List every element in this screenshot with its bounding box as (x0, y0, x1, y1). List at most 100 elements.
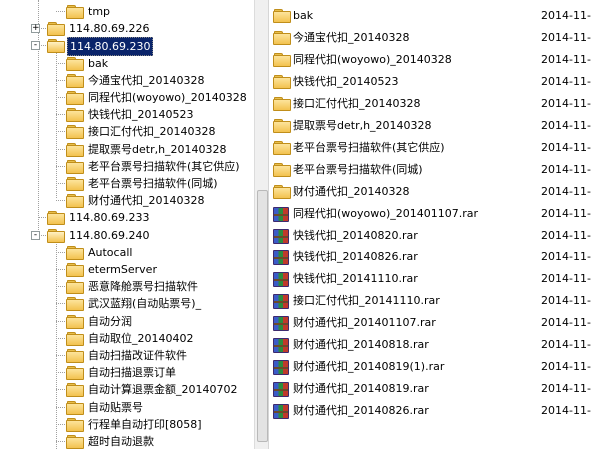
file-list-row[interactable]: 同程代扣(woyowo)_20140328 2014-11- (269, 49, 591, 71)
tree-scrollbar[interactable] (254, 0, 269, 449)
file-modified-date: 2014-11- (541, 250, 591, 264)
tree-connector-line (56, 240, 57, 449)
tree-connector-line (56, 355, 65, 356)
file-modified-date: 2014-11- (541, 316, 591, 330)
tree-item-label: tmp (88, 5, 111, 18)
folder-icon (66, 56, 84, 71)
file-list-row[interactable]: 财付通代扣_20140826.rar 2014-11- (269, 400, 591, 422)
tree-item-label: 自动分润 (88, 314, 132, 328)
file-list-row[interactable]: 财付通代扣_201401107.rar 2014-11- (269, 312, 591, 334)
tree-connector-line (56, 79, 65, 81)
file-modified-date: 2014-11- (541, 184, 591, 198)
file-modified-date: 2014-11- (541, 74, 591, 88)
tree-connector-line (56, 406, 65, 408)
file-list-row[interactable]: 接口汇付代扣_20140328 2014-11- (269, 93, 591, 115)
file-name: 老平台票号扫描软件(其它供应) (293, 140, 445, 154)
folder-icon (66, 331, 84, 346)
folder-icon (66, 194, 84, 209)
file-name: 快钱代扣_20140820.rar (293, 228, 418, 242)
tree-item-label: 114.80.69.230 (67, 37, 154, 57)
tree-item-label: 自动扫描改证件软件 (88, 349, 187, 362)
tree-item-label: 自动取位_20140402 (88, 331, 194, 345)
tree-connector-line (56, 441, 65, 442)
file-list-row[interactable]: 财付通代扣_20140818.rar 2014-11- (269, 334, 591, 356)
folder-icon (66, 366, 84, 381)
file-modified-date: 2014-11- (541, 96, 591, 110)
file-list-row[interactable]: 财付通代扣_20140819(1).rar 2014-11- (269, 356, 591, 378)
folder-icon (273, 140, 291, 155)
tree-item-label: 自动贴票号 (88, 400, 143, 414)
tree-item-label: 行程单自动打印[8058] (88, 417, 202, 431)
file-modified-date: 2014-11- (541, 338, 591, 352)
tree-connector-line (56, 269, 65, 270)
file-list-row[interactable]: 财付通代扣_20140328 2014-11- (269, 181, 591, 203)
tree-connector-line (56, 200, 65, 202)
file-modified-date: 2014-11- (541, 228, 591, 242)
file-name: 老平台票号扫描软件(同城) (293, 162, 423, 176)
expand-icon[interactable]: + (31, 24, 40, 34)
file-name: 接口汇付代扣_20140328 (293, 96, 421, 110)
tree-connector-line (56, 303, 65, 305)
file-list-row[interactable]: 快钱代扣_20140523 2014-11- (269, 71, 591, 93)
tree-connector-line (56, 114, 65, 116)
file-name: 财付通代扣_201401107.rar (293, 316, 436, 330)
folder-icon (66, 435, 84, 449)
tree-connector-line (56, 183, 65, 184)
folder-icon (66, 91, 84, 105)
tree-item-label: 114.80.69.233 (69, 211, 150, 225)
tree-connector-line (56, 62, 65, 64)
tree-item-label: 老平台票号扫描软件(同城) (88, 177, 218, 190)
file-modified-date: 2014-11- (541, 382, 591, 396)
collapse-icon[interactable]: - (31, 41, 40, 51)
collapse-icon[interactable]: - (31, 230, 40, 240)
tree-item-label: 财付通代扣_20140328 (88, 194, 205, 208)
file-name: 财付通代扣_20140818.rar (293, 338, 429, 352)
file-modified-date: 2014-11- (541, 30, 591, 44)
tree-item-label: 超时自动退款 (88, 435, 154, 448)
file-list-row[interactable]: 接口汇付代扣_20141110.rar 2014-11- (269, 290, 591, 312)
tree-connector-line (56, 423, 65, 425)
file-modified-date: 2014-11- (541, 404, 591, 418)
tree-connector-line (56, 286, 65, 288)
file-list-row[interactable]: 快钱代扣_20140826.rar 2014-11- (269, 246, 591, 268)
file-list-row[interactable]: bak 2014-11- (269, 5, 591, 27)
tree-connector-line (56, 131, 65, 133)
folder-icon (47, 22, 65, 37)
folder-icon (66, 400, 84, 415)
tree-connector-line (56, 372, 65, 374)
folder-icon (66, 349, 84, 363)
file-name: 快钱代扣_20140523 (293, 74, 399, 88)
file-list-row[interactable]: 老平台票号扫描软件(同城) 2014-11- (269, 159, 591, 181)
file-name: 财付通代扣_20140328 (293, 184, 410, 198)
folder-icon (66, 297, 84, 312)
file-name: 同程代扣(woyowo)_20140328 (293, 52, 452, 66)
folder-tree: tmp 114.80.69.226 +114.80.69.230 - bak 今通宝代扣_… (0, 0, 254, 449)
folder-icon (273, 118, 291, 133)
tree-item-label: 自动计算退票金额_20140702 (88, 383, 238, 397)
tree-connector-line (56, 52, 57, 198)
tree-item-label: bak (88, 56, 109, 70)
tree-scroll-thumb[interactable] (257, 190, 268, 442)
file-list-row[interactable]: 提取票号detr,h_20140328 2014-11- (269, 115, 591, 137)
file-list-row[interactable]: 今通宝代扣_20140328 2014-11- (269, 27, 591, 49)
file-name: 提取票号detr,h_20140328 (293, 118, 432, 132)
file-list-row[interactable]: 老平台票号扫描软件(其它供应) 2014-11- (269, 137, 591, 159)
tree-item-label: 自动扫描退票订单 (88, 366, 176, 380)
tree-item-label: 提取票号detr,h_20140328 (88, 142, 227, 156)
tree-item-label: 老平台票号扫描软件(其它供应) (88, 159, 240, 173)
file-list-row[interactable]: 财付通代扣_20140819.rar 2014-11- (269, 378, 591, 400)
tree-connector-line (56, 337, 65, 339)
file-name: 快钱代扣_20141110.rar (293, 272, 418, 286)
file-list-row[interactable]: 同程代扣(woyowo)_201401107.rar 2014-11- (269, 203, 591, 225)
file-list-row[interactable]: 快钱代扣_20141110.rar 2014-11- (269, 268, 591, 290)
folder-icon (47, 39, 65, 54)
file-name: 同程代扣(woyowo)_201401107.rar (293, 206, 479, 220)
file-modified-date: 2014-11- (541, 162, 591, 176)
file-list-row[interactable]: 快钱代扣_20140820.rar 2014-11- (269, 225, 591, 247)
folder-icon (273, 74, 291, 89)
tree-item-label: 接口汇付代扣_20140328 (88, 125, 216, 139)
folder-icon (66, 108, 84, 123)
folder-icon (66, 314, 84, 329)
tree-connector-line (56, 389, 65, 391)
folder-icon (47, 211, 65, 226)
